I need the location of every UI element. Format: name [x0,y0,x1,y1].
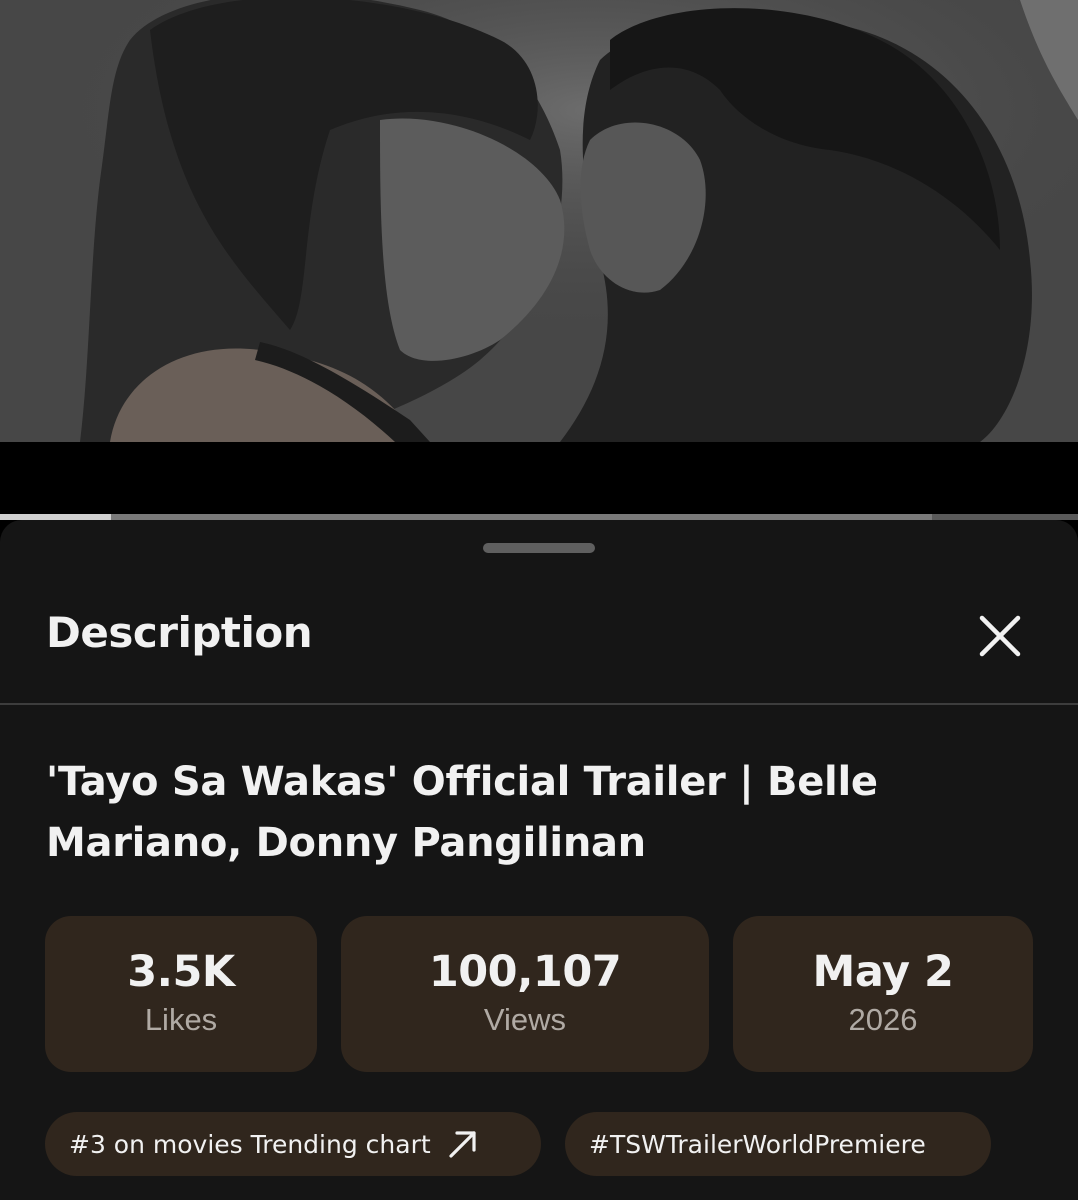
video-title: 'Tayo Sa Wakas' Official Trailer | Belle… [46,759,878,866]
publish-date: May 2 [812,947,954,997]
hashtag-chip[interactable]: #TSWTrailerWorldPremiere [565,1112,991,1176]
trending-chip[interactable]: #3 on movies Trending chart [45,1112,541,1176]
likes-count: 3.5K [127,947,235,997]
description-sheet: Description 'Tayo Sa Wakas' Official Tra… [0,520,1078,1200]
stat-views: 100,107 Views [341,916,709,1072]
likes-label: Likes [144,1002,218,1037]
divider [0,703,1078,705]
video-frame[interactable] [0,0,1078,442]
drag-handle[interactable] [483,543,595,553]
views-label: Views [483,1002,567,1037]
stat-likes: 3.5K Likes [45,916,317,1072]
video-still-image [0,0,1078,442]
close-icon [979,615,1021,657]
close-button[interactable] [966,602,1034,670]
arrow-up-right-icon [447,1128,479,1160]
trending-chip-label: #3 on movies Trending chart [69,1129,431,1159]
video-player[interactable] [0,0,1078,520]
views-count: 100,107 [428,947,622,997]
sheet-title: Description [46,608,313,657]
hashtag-chip-label: #TSWTrailerWorldPremiere [589,1129,926,1159]
stat-date: May 2 2026 [733,916,1033,1072]
publish-year: 2026 [848,1002,918,1037]
